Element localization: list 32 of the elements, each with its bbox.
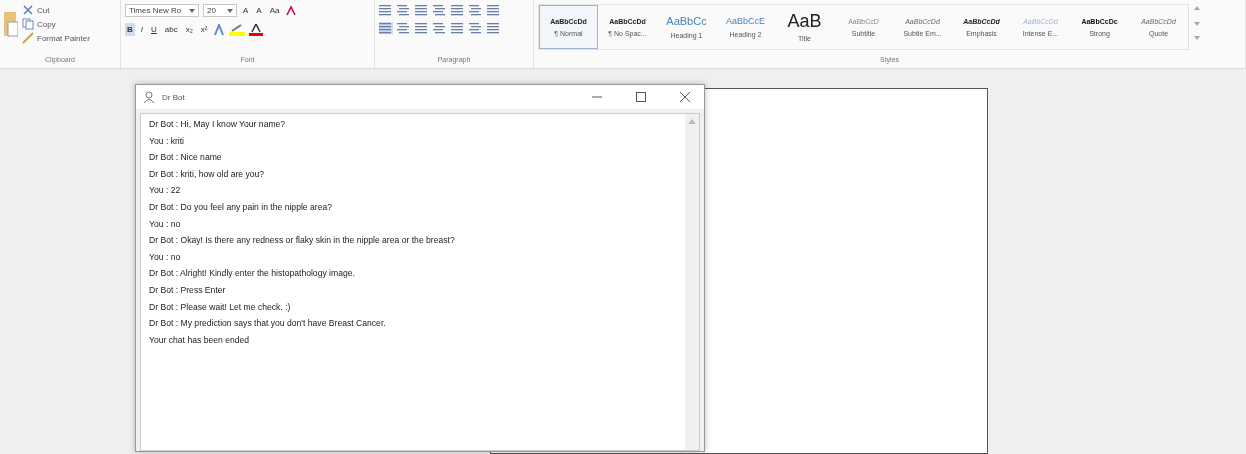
style-preview: AaBbCcE xyxy=(726,16,765,26)
chat-message: Dr Bot : Hi, May I know Your name? xyxy=(149,118,287,131)
font-button[interactable]: I xyxy=(138,23,145,36)
font-button[interactable]: abc xyxy=(162,23,180,36)
font-name-field[interactable]: Times New Ro xyxy=(125,4,199,17)
font-button[interactable]: x² xyxy=(198,23,210,36)
style-preview: AaB xyxy=(787,12,822,30)
chat-message: Dr Bot : Please wait! Let me check. :) xyxy=(149,300,292,314)
chat-message: Dr Bot : My prediction says that you don't have Breast Cancer. xyxy=(149,317,387,331)
chat-message: Dr Bot : Press Enter xyxy=(149,283,227,297)
font-button[interactable]: x₂ xyxy=(183,23,195,36)
font-size-field[interactable]: 20 xyxy=(203,4,237,17)
chat-message: You : kriti xyxy=(149,134,186,148)
font-button[interactable]: A xyxy=(254,4,264,17)
ribbon-button[interactable]: Format Painter xyxy=(22,32,90,44)
font-button[interactable]: Aa xyxy=(267,4,282,17)
chat-message: Dr Bot : Alright! Kindly enter the histopathology image. xyxy=(149,267,356,281)
chat-message: You : 22 xyxy=(149,184,182,198)
window-title: Dr Bot xyxy=(162,92,186,102)
ribbon-button[interactable]: Copy xyxy=(22,18,90,30)
chat-message: You : no xyxy=(149,217,182,231)
chat-message: You : no xyxy=(149,250,182,264)
chat-message: Dr Bot : Okay! Is there any redness or flaky skin in the nipple area or the breast? xyxy=(149,234,456,248)
style-preview: AaBbCc xyxy=(666,15,707,27)
chat-message: Dr Bot : Nice name xyxy=(149,151,223,165)
chat-message: Dr Bot : Do you feel any pain in the nipple area? xyxy=(149,200,333,214)
font-button[interactable]: B xyxy=(125,23,135,36)
font-button[interactable]: A xyxy=(241,4,251,17)
chat-message: Your chat has been ended xyxy=(149,333,251,347)
ribbon-button[interactable]: Cut xyxy=(22,4,90,16)
font-button[interactable]: U xyxy=(149,23,159,36)
chat-message: Dr Bot : kriti, how old are you? xyxy=(149,167,266,181)
